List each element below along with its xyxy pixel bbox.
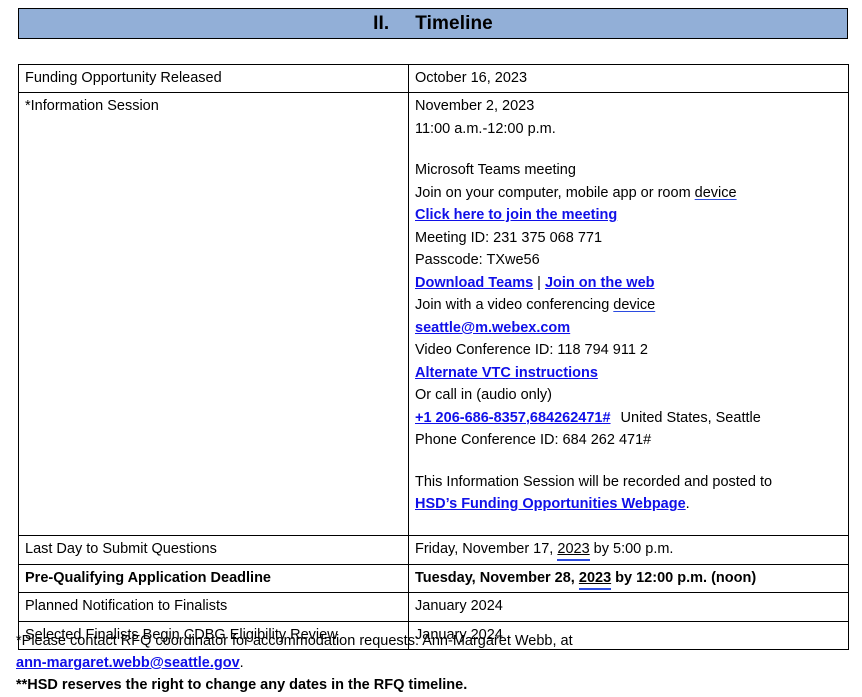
section-number: II. <box>373 12 390 34</box>
table-row: Pre-Qualifying Application Deadline Tues… <box>18 563 849 594</box>
grammar-marked-year: 2023 <box>578 569 612 586</box>
section-title: Timeline <box>415 12 493 34</box>
footer-note-disclaimer: **HSD reserves the right to change any d… <box>16 677 468 694</box>
session-vtc-intro: Join with a video conferencing <box>415 297 614 314</box>
table-row: *Information Session November 2, 2023 11… <box>18 92 849 537</box>
row-value-last-day-to-submit-questions: Friday, November 17, 2023 by 5:00 p.m. <box>408 535 849 565</box>
table-row: Last Day to Submit Questions Friday, Nov… <box>18 535 849 565</box>
link-separator: | <box>537 274 541 291</box>
session-meeting-type: Microsoft Teams meeting <box>415 162 576 179</box>
timeline-table: Funding Opportunity Released October 16,… <box>18 63 849 651</box>
document-page: II. Timeline Funding Opportunity Release… <box>0 0 862 697</box>
date-suffix: by 12:00 p.m. (noon) <box>611 569 757 586</box>
row-label-information-session: *Information Session <box>18 92 409 537</box>
session-phone-conference-id: Phone Conference ID: 684 262 471# <box>415 432 652 449</box>
date-suffix: by 5:00 p.m. <box>589 541 674 558</box>
row-label-funding-opportunity-released: Funding Opportunity Released <box>18 63 409 94</box>
table-row: Funding Opportunity Released October 16,… <box>18 63 849 94</box>
row-label-last-day-to-submit-questions: Last Day to Submit Questions <box>18 535 409 565</box>
footer-notes: *Please contact RFQ coordinator for acco… <box>16 630 850 696</box>
alternate-vtc-instructions-link[interactable]: Alternate VTC instructions <box>415 365 598 381</box>
date-prefix: Tuesday, November 28, <box>415 569 579 586</box>
session-passcode: Passcode: TXwe56 <box>415 252 540 269</box>
recording-notice-period: . <box>685 495 690 512</box>
join-meeting-link[interactable]: Click here to join the meeting <box>415 207 617 223</box>
table-row: Planned Notification to Finalists Januar… <box>18 592 849 622</box>
row-label-pre-qualifying-application-deadline: Pre-Qualifying Application Deadline <box>18 563 409 594</box>
grammar-marked-word-device: device <box>613 297 656 314</box>
grammar-marked-year: 2023 <box>557 541 590 558</box>
row-label-planned-notification-to-finalists: Planned Notification to Finalists <box>18 592 409 622</box>
session-call-in-label: Or call in (audio only) <box>415 387 552 404</box>
footer-note-email-line: ann-margaret.webb@seattle.gov. <box>16 652 850 674</box>
join-on-the-web-link[interactable]: Join on the web <box>545 275 655 291</box>
row-value-pre-qualifying-application-deadline: Tuesday, November 28, 2023 by 12:00 p.m.… <box>408 563 849 594</box>
section-header-text: II. Timeline <box>373 13 493 35</box>
session-video-conference-id: Video Conference ID: 118 794 911 2 <box>415 342 648 359</box>
phone-location: United States, Seattle <box>620 409 761 426</box>
date-prefix: Friday, November 17, <box>415 541 558 558</box>
coordinator-email-link[interactable]: ann-margaret.webb@seattle.gov <box>16 655 240 671</box>
session-meeting-id: Meeting ID: 231 375 068 771 <box>415 229 603 246</box>
session-time: 11:00 a.m.-12:00 p.m. <box>415 120 556 137</box>
grammar-marked-word-device: device <box>694 184 737 201</box>
footer-note-accommodation: *Please contact RFQ coordinator for acco… <box>16 633 573 649</box>
row-value-planned-notification-to-finalists: January 2024 <box>408 592 849 622</box>
funding-opportunities-webpage-link[interactable]: HSD’s Funding Opportunities Webpage <box>415 496 686 512</box>
session-date: November 2, 2023 <box>415 98 535 115</box>
webex-email-link[interactable]: seattle@m.webex.com <box>415 320 570 336</box>
session-join-intro: Join on your computer, mobile app or roo… <box>415 184 695 201</box>
row-value-funding-opportunity-released: October 16, 2023 <box>408 63 849 94</box>
recording-notice-text: This Information Session will be recorde… <box>415 473 773 490</box>
section-header-banner: II. Timeline <box>18 8 848 39</box>
download-teams-link[interactable]: Download Teams <box>415 275 533 291</box>
footer-email-period: . <box>239 655 244 672</box>
phone-number-link[interactable]: +1 206-686-8357,684262471# <box>415 410 611 426</box>
row-value-information-session: November 2, 2023 11:00 a.m.-12:00 p.m. M… <box>408 92 849 537</box>
